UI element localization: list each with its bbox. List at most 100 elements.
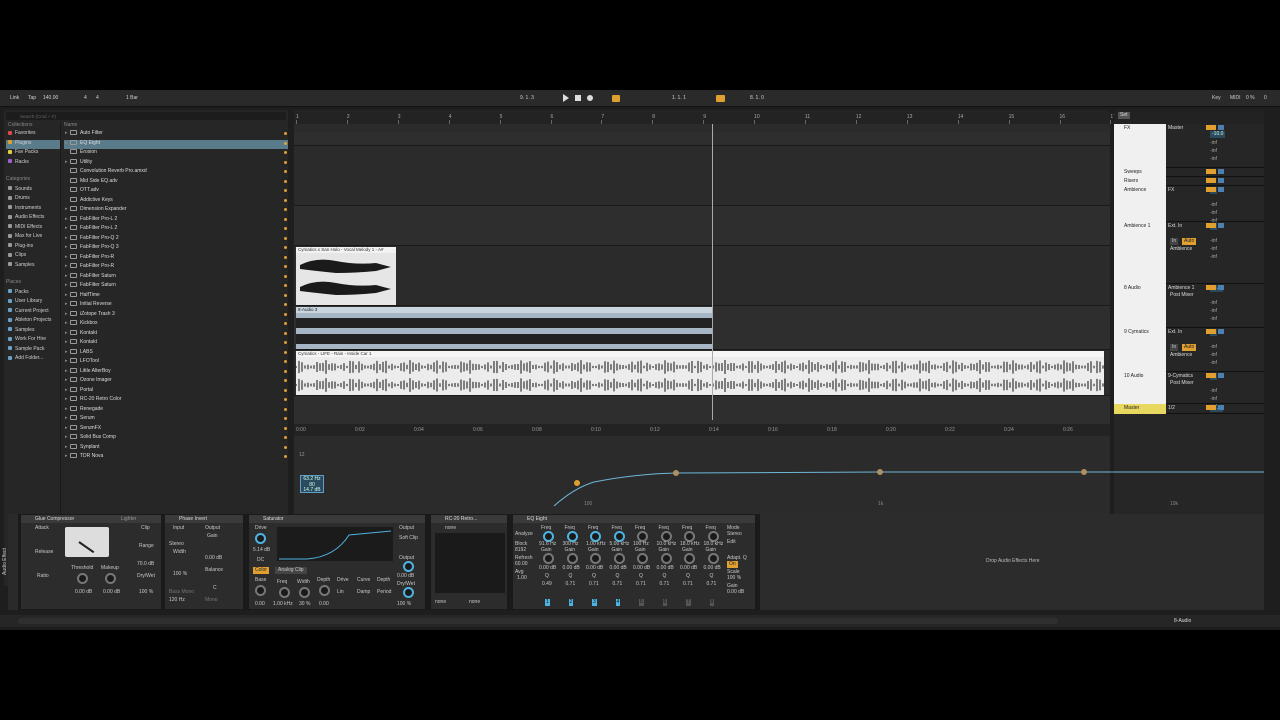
routing-post[interactable]: Post Mixer: [1170, 292, 1194, 299]
track-activator[interactable]: [1206, 405, 1216, 410]
category-item[interactable]: Max for Live: [6, 233, 60, 242]
plugin-ui-placeholder[interactable]: [435, 533, 505, 593]
expand-arrow-icon[interactable]: ▸: [65, 225, 68, 232]
browser-item[interactable]: ▸ Synplant: [64, 444, 288, 454]
link-button[interactable]: Link: [10, 95, 19, 102]
expand-arrow-icon[interactable]: ▸: [65, 358, 68, 365]
browser-item[interactable]: ▸ FabFilter Saturn: [64, 273, 288, 283]
band-gain-knob[interactable]: [660, 553, 672, 564]
expand-arrow-icon[interactable]: ▸: [65, 311, 68, 318]
mixer-track[interactable]: Sweeps: [1114, 168, 1264, 177]
browser-item[interactable]: ▸ Kontakt: [64, 339, 288, 349]
band-gain-knob[interactable]: [707, 553, 719, 564]
drive-knob[interactable]: [255, 533, 266, 544]
time-ruler[interactable]: 0:00 0:02 0:04 0:06 0:08 0:10 0:12 0:14 0:16 0:18…: [294, 424, 1110, 436]
expand-arrow-icon[interactable]: ▸: [65, 282, 68, 289]
browser-item[interactable]: Erosion: [64, 149, 288, 159]
output-knob[interactable]: [403, 561, 414, 572]
track-activator[interactable]: [1206, 373, 1216, 378]
browser-item[interactable]: ▸ RC-20 Retro Color: [64, 396, 288, 406]
band-number[interactable]: 8: [709, 599, 715, 606]
device-title[interactable]: RC-20 Retro...: [431, 515, 507, 523]
expand-arrow-icon[interactable]: ▸: [65, 159, 68, 166]
band-q-value[interactable]: 0.71: [636, 581, 646, 588]
monitor-in[interactable]: In: [1170, 238, 1179, 245]
band-number[interactable]: 3: [592, 599, 597, 606]
eq-display[interactable]: 12 63.2 Hz 80 14.7 dB 100 1k 10k: [294, 448, 1264, 508]
track-io[interactable]: 1/2: [1168, 405, 1175, 412]
browser-item[interactable]: ▸ Portal: [64, 387, 288, 397]
band-number[interactable]: 4: [615, 599, 621, 606]
expand-arrow-icon[interactable]: ▸: [65, 406, 68, 413]
beat-ruler[interactable]: 1234567891011121314151617: [294, 110, 1116, 124]
color-button[interactable]: Color: [253, 567, 269, 574]
browser-item[interactable]: ▸ Renegade: [64, 406, 288, 416]
place-item[interactable]: User Library: [6, 298, 60, 307]
threshold-knob[interactable]: [77, 573, 88, 584]
dc-button[interactable]: DC: [257, 557, 264, 564]
mixer-track[interactable]: 9 CymaticsExt. In0-inf-inf-infInAutoAmbi…: [1114, 328, 1264, 372]
category-item[interactable]: Plug-ins: [6, 243, 60, 252]
collection-item[interactable]: Favorites: [6, 130, 60, 139]
monitor-in[interactable]: In: [1170, 344, 1179, 351]
device-title[interactable]: Saturator: [249, 515, 425, 523]
browser-item[interactable]: ▸ HalfTime: [64, 292, 288, 302]
expand-arrow-icon[interactable]: ▸: [65, 292, 68, 299]
browser-item[interactable]: Convolution Reverb Pro.amxd: [64, 168, 288, 178]
browser-item[interactable]: ▸ Solid Bus Comp: [64, 434, 288, 444]
band-gain-knob[interactable]: [590, 553, 601, 564]
solo-button[interactable]: [1218, 405, 1224, 410]
band-number[interactable]: 7: [686, 599, 691, 606]
mixer-track[interactable]: Master 1/2 -7.0: [1114, 404, 1264, 414]
solo-button[interactable]: [1218, 187, 1224, 192]
device-title[interactable]: Phase Invert: [165, 515, 243, 523]
track-activator[interactable]: [1206, 178, 1216, 183]
expand-arrow-icon[interactable]: ▸: [65, 254, 68, 261]
browser-item[interactable]: ▸ FabFilter Pro-Q 2: [64, 235, 288, 245]
browser-item[interactable]: ▸ Kontakt: [64, 330, 288, 340]
browser-item[interactable]: ▸ FabFilter Pro-R: [64, 263, 288, 273]
solo-button[interactable]: [1218, 285, 1224, 290]
arrangement-position[interactable]: 9. 1. 3: [520, 95, 534, 102]
band-q-value[interactable]: 0.71: [566, 581, 576, 588]
expand-arrow-icon[interactable]: ▸: [65, 206, 68, 213]
browser-item[interactable]: ▸ Ozone Imager: [64, 377, 288, 387]
track-lane[interactable]: [294, 146, 1110, 206]
expand-arrow-icon[interactable]: ▸: [65, 330, 68, 337]
place-item[interactable]: Packs: [6, 289, 60, 298]
solo-button[interactable]: [1218, 329, 1224, 334]
search-input[interactable]: Search (Cmd + F): [6, 112, 286, 120]
band-gain-knob[interactable]: [543, 553, 554, 564]
routing-target[interactable]: Ambience: [1170, 352, 1192, 359]
place-item[interactable]: Sample Pack: [6, 346, 60, 355]
solo-button[interactable]: [1218, 169, 1224, 174]
band-gain-knob[interactable]: [613, 553, 625, 564]
place-item[interactable]: Current Project: [6, 308, 60, 317]
browser-item[interactable]: ▸ Little AlterBoy: [64, 368, 288, 378]
midi-map-button[interactable]: MIDI: [1230, 95, 1241, 102]
track-activator[interactable]: [1206, 169, 1216, 174]
track-activator[interactable]: [1206, 329, 1216, 334]
mixer-track[interactable]: AmbienceFX0-inf-inf-inf: [1114, 186, 1264, 224]
routing-target[interactable]: Ambience: [1170, 246, 1192, 253]
place-item[interactable]: Ableton Projects: [6, 317, 60, 326]
browser-item[interactable]: Addictive Keys: [64, 197, 288, 207]
collection-item[interactable]: Racks: [6, 159, 60, 168]
expand-arrow-icon[interactable]: ▸: [65, 368, 68, 375]
track-activator[interactable]: [1206, 285, 1216, 290]
category-item[interactable]: Samples: [6, 262, 60, 271]
expand-arrow-icon[interactable]: ▸: [65, 387, 68, 394]
browser-item[interactable]: ▸ FabFilter Pro-L 2: [64, 216, 288, 226]
expand-arrow-icon[interactable]: ▸: [65, 377, 68, 384]
browser-item[interactable]: ▸ FabFilter Pro-Q 3: [64, 244, 288, 254]
expand-arrow-icon[interactable]: ▸: [65, 434, 68, 441]
track-io[interactable]: Ambience 1: [1168, 285, 1194, 292]
category-item[interactable]: Instruments: [6, 205, 60, 214]
mixer-track[interactable]: FX Master -10.0 -inf -inf -inf: [1114, 124, 1264, 168]
browser-item[interactable]: OTT.adv: [64, 187, 288, 197]
makeup-knob[interactable]: [105, 573, 116, 584]
mixer-track[interactable]: 8 Audio Ambience 1 -3.0 -inf -inf -inf Post Mi…: [1114, 284, 1264, 328]
track-io[interactable]: Ext. In: [1168, 223, 1182, 230]
band-gain-knob[interactable]: [637, 553, 648, 564]
browser-item[interactable]: ▸ Dimension Expander: [64, 206, 288, 216]
